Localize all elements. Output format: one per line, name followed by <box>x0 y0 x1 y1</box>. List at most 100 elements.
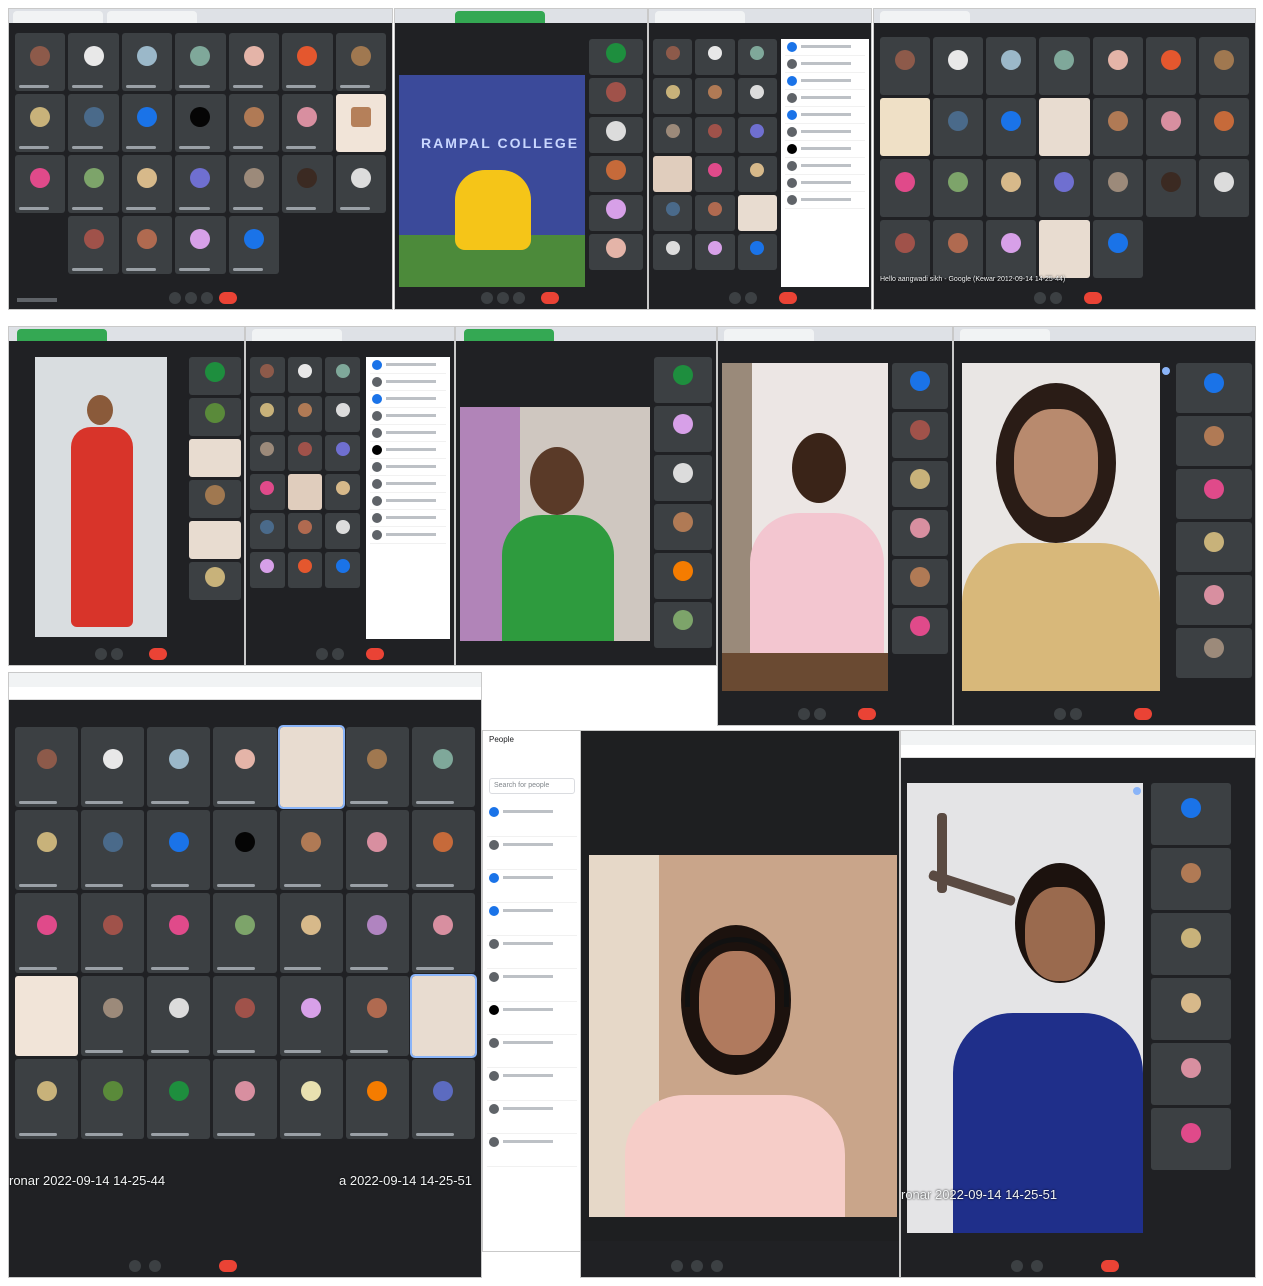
people-row[interactable] <box>785 141 865 158</box>
participant-tile[interactable] <box>282 155 333 213</box>
participant-tile[interactable] <box>1151 1043 1231 1105</box>
participant-tile[interactable] <box>279 976 343 1056</box>
participant-tile[interactable] <box>189 398 241 436</box>
participant-tile[interactable] <box>653 78 693 114</box>
participant-tile[interactable] <box>68 216 119 274</box>
pin-icon[interactable] <box>1133 787 1141 795</box>
participant-tile[interactable] <box>228 216 280 274</box>
people-row[interactable] <box>487 870 577 903</box>
mic-button[interactable] <box>95 648 107 660</box>
participant-tile[interactable] <box>345 893 409 973</box>
participant-tile[interactable] <box>589 195 643 231</box>
end-call-button[interactable] <box>858 708 876 720</box>
participant-tile[interactable] <box>345 810 409 890</box>
participant-tile[interactable] <box>250 474 285 510</box>
people-row[interactable] <box>487 1134 577 1167</box>
participant-tile[interactable] <box>589 234 643 270</box>
participant-tile[interactable] <box>81 1059 145 1139</box>
participant-tile[interactable] <box>695 78 735 114</box>
participant-tile[interactable] <box>737 78 777 114</box>
participant-tile[interactable] <box>213 976 277 1056</box>
people-row[interactable] <box>785 90 865 107</box>
present-button[interactable] <box>201 292 213 304</box>
participant-tile[interactable] <box>15 216 66 274</box>
participant-tile[interactable] <box>1151 913 1231 975</box>
participant-tile[interactable] <box>1176 522 1252 572</box>
browser-tab[interactable] <box>464 329 554 341</box>
mic-button[interactable] <box>729 292 741 304</box>
participant-tile[interactable] <box>147 727 211 807</box>
participant-tile[interactable] <box>213 727 277 807</box>
participant-tile[interactable] <box>986 98 1037 156</box>
participant-tile[interactable] <box>250 396 285 432</box>
participant-tile[interactable] <box>1198 98 1249 156</box>
participant-tile[interactable] <box>250 435 285 471</box>
participant-tile[interactable] <box>1145 159 1196 217</box>
end-call-button[interactable] <box>1084 292 1102 304</box>
people-row[interactable] <box>487 837 577 870</box>
people-row[interactable] <box>370 493 446 510</box>
participant-tile[interactable] <box>1176 469 1252 519</box>
participant-tile[interactable] <box>147 976 211 1056</box>
participant-tile[interactable] <box>325 435 360 471</box>
end-call-button[interactable] <box>219 1260 237 1272</box>
participant-tile[interactable] <box>277 725 345 809</box>
participant-tile[interactable] <box>81 893 145 973</box>
participant-tile[interactable] <box>279 810 343 890</box>
address-bar[interactable] <box>901 745 1255 758</box>
participant-tile[interactable] <box>880 37 931 95</box>
camera-button[interactable] <box>814 708 826 720</box>
present-button[interactable] <box>711 1260 723 1272</box>
participant-tile[interactable] <box>1092 98 1143 156</box>
participant-tile[interactable] <box>15 893 79 973</box>
participant-tile[interactable] <box>654 455 712 501</box>
camera-button[interactable] <box>111 648 123 660</box>
participant-tile[interactable] <box>737 156 777 192</box>
participant-tile[interactable] <box>654 602 712 648</box>
people-row[interactable] <box>370 425 446 442</box>
participant-tile[interactable] <box>1176 628 1252 678</box>
people-row[interactable] <box>785 39 865 56</box>
participant-tile[interactable] <box>15 94 66 152</box>
people-search-input[interactable]: Search for people <box>489 778 575 794</box>
participant-tile[interactable] <box>15 727 79 807</box>
mic-button[interactable] <box>1034 292 1046 304</box>
people-row[interactable] <box>370 408 446 425</box>
participant-tile[interactable] <box>147 893 211 973</box>
participant-tile[interactable] <box>737 39 777 75</box>
browser-tab[interactable] <box>455 11 545 23</box>
participant-tile[interactable] <box>589 156 643 192</box>
participant-tile[interactable] <box>695 195 735 231</box>
participant-tile[interactable] <box>411 893 475 973</box>
participant-tile[interactable] <box>68 94 119 152</box>
participant-tile[interactable] <box>228 94 280 152</box>
participant-tile[interactable] <box>695 234 735 270</box>
participant-tile[interactable] <box>147 810 211 890</box>
people-row[interactable] <box>487 1002 577 1035</box>
participant-tile[interactable] <box>121 33 173 91</box>
camera-button[interactable] <box>1070 708 1082 720</box>
camera-button[interactable] <box>745 292 757 304</box>
participant-tile[interactable] <box>695 117 735 153</box>
participant-tile[interactable] <box>15 155 66 213</box>
people-row[interactable] <box>370 527 446 544</box>
people-row[interactable] <box>370 510 446 527</box>
participant-tile[interactable] <box>986 220 1037 278</box>
participant-tile[interactable] <box>1092 159 1143 217</box>
participant-tile[interactable] <box>1151 783 1231 845</box>
participant-tile[interactable] <box>986 37 1037 95</box>
participant-tile[interactable] <box>589 78 643 114</box>
participant-tile[interactable] <box>287 474 323 510</box>
participant-tile[interactable] <box>1151 848 1231 910</box>
participant-tile[interactable] <box>653 234 693 270</box>
participant-tile[interactable] <box>175 33 226 91</box>
participant-tile[interactable] <box>81 976 145 1056</box>
people-row[interactable] <box>487 969 577 1002</box>
browser-tab[interactable] <box>107 11 197 23</box>
participant-tile[interactable] <box>189 439 241 477</box>
end-call-button[interactable] <box>541 292 559 304</box>
people-row[interactable] <box>370 442 446 459</box>
participant-tile[interactable] <box>892 559 948 605</box>
participant-tile[interactable] <box>695 39 735 75</box>
participant-tile[interactable] <box>282 33 333 91</box>
